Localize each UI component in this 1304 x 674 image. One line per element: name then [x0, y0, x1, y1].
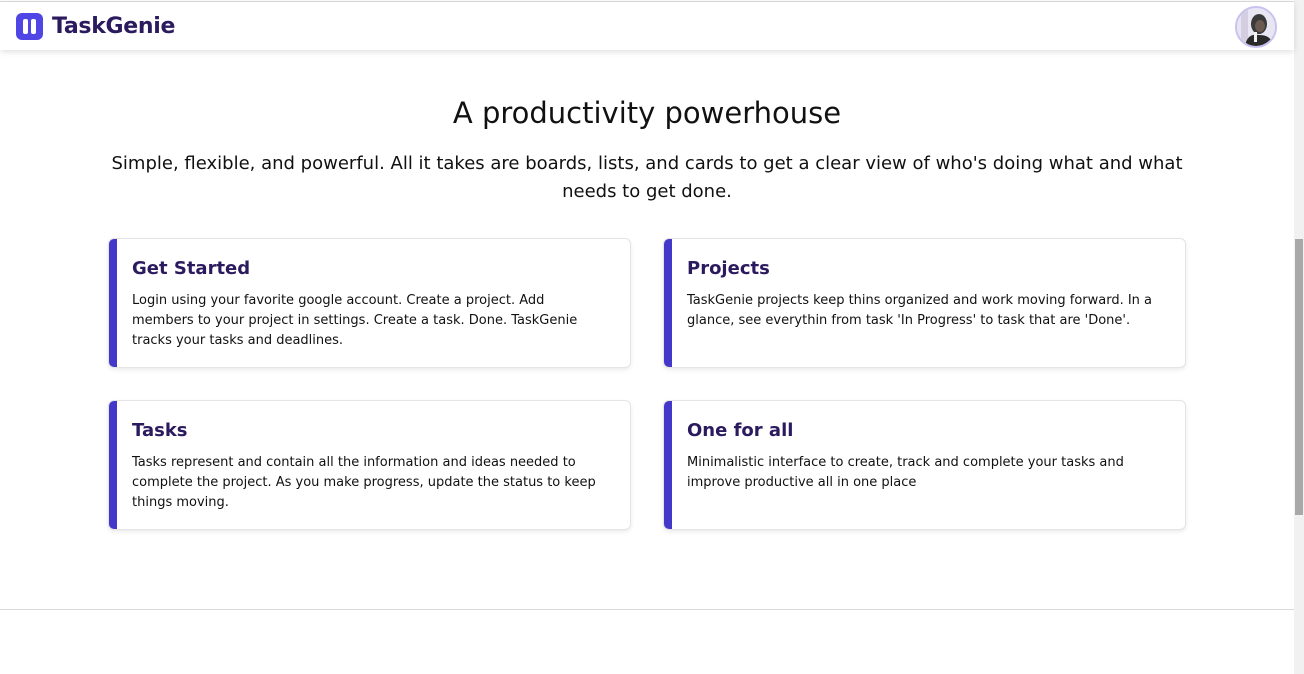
feature-card-title: Projects [687, 258, 770, 279]
card-accent-bar [664, 239, 672, 367]
avatar-photo-icon [1237, 8, 1275, 46]
feature-card-title: Get Started [132, 258, 251, 279]
feature-card-get-started: Get Started Login using your favorite go… [108, 238, 631, 368]
footer-divider [0, 609, 1294, 610]
taskgenie-logo-icon [16, 13, 43, 40]
card-accent-bar [109, 239, 117, 367]
scrollbar-thumb[interactable] [1295, 239, 1303, 515]
hero-title: A productivity powerhouse [452, 96, 842, 130]
card-accent-bar [109, 401, 117, 529]
top-navbar: TaskGenie [0, 1, 1294, 50]
hero-subtitle: Simple, flexible, and powerful. All it t… [111, 153, 1183, 202]
brand-link[interactable]: TaskGenie [16, 13, 175, 40]
feature-card-title: One for all [687, 420, 794, 441]
feature-card-one-for-all: One for all Minimalistic interface to cr… [663, 400, 1186, 530]
feature-card-text: Tasks represent and contain all the info… [132, 455, 596, 510]
brand-name: TaskGenie [52, 14, 176, 39]
page-scrollbar[interactable] [1294, 0, 1304, 674]
feature-card-projects: Projects TaskGenie projects keep thins o… [663, 238, 1186, 368]
feature-card-title: Tasks [132, 420, 188, 441]
feature-card-text: Minimalistic interface to create, track … [687, 455, 1124, 490]
page: TaskGenie A productivity powerhouse Simp… [0, 0, 1304, 674]
card-accent-bar [664, 401, 672, 529]
feature-card-text: Login using your favorite google account… [132, 293, 578, 348]
feature-card-tasks: Tasks Tasks represent and contain all th… [108, 400, 631, 530]
user-avatar[interactable] [1235, 6, 1277, 48]
feature-card-text: TaskGenie projects keep thins organized … [687, 293, 1153, 328]
